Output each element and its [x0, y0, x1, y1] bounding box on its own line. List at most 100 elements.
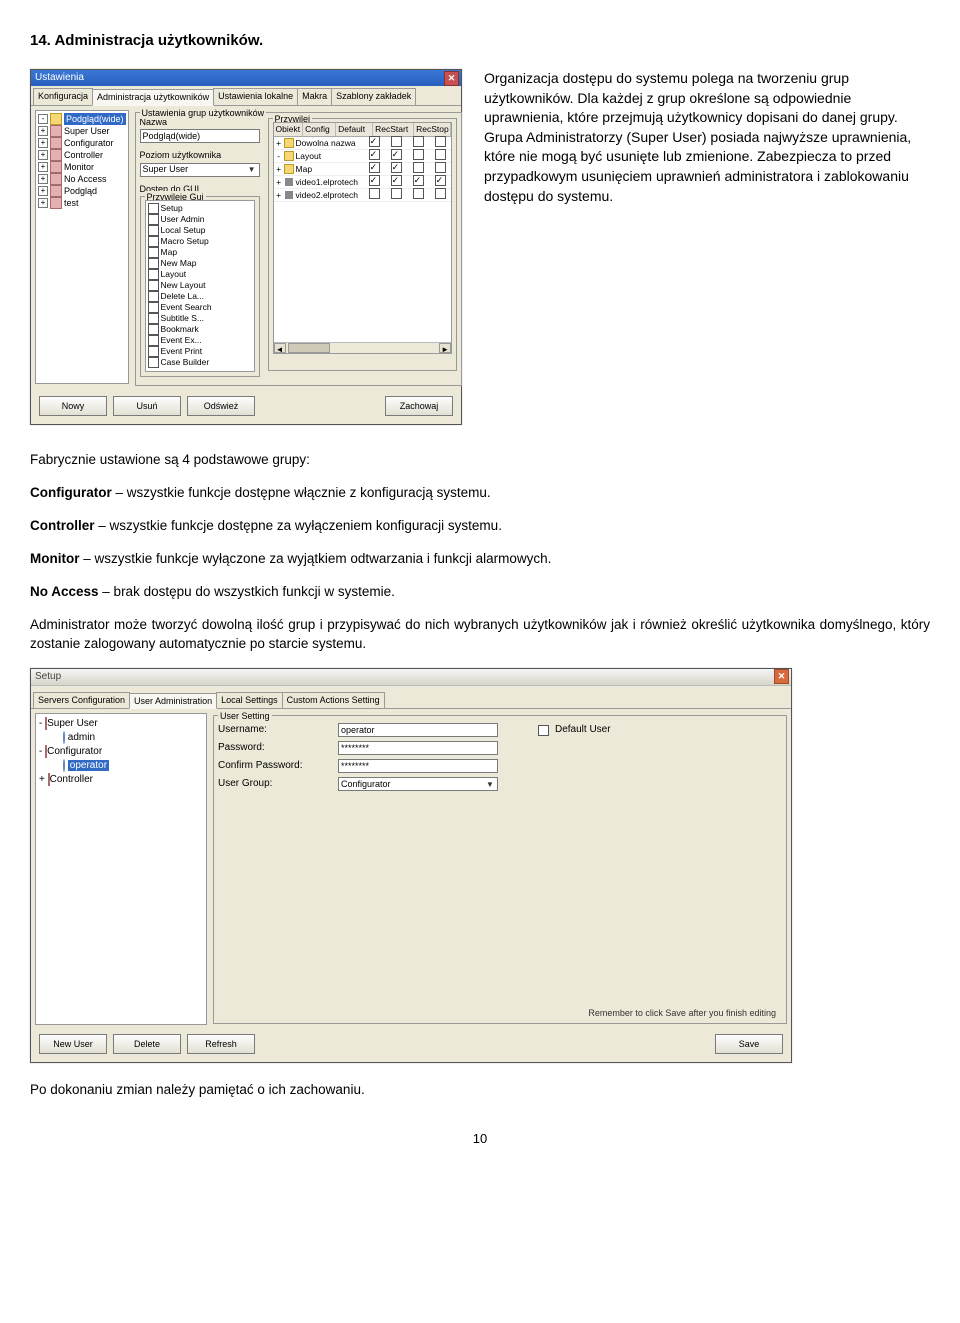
- gui-item[interactable]: User Admin: [148, 214, 252, 225]
- expand-icon[interactable]: -: [277, 151, 280, 161]
- checkbox-icon[interactable]: [413, 149, 424, 160]
- tree-item[interactable]: +Super User: [38, 125, 126, 137]
- column-header[interactable]: Config: [303, 123, 336, 137]
- checkbox-icon[interactable]: [413, 188, 424, 199]
- checkbox-icon[interactable]: [435, 149, 446, 160]
- tab-szablony-zak-adek[interactable]: Szablony zakładek: [331, 88, 416, 105]
- gui-item[interactable]: Layout: [148, 269, 252, 280]
- gui-item[interactable]: Bookmark: [148, 324, 252, 335]
- expand-icon[interactable]: +: [38, 138, 48, 148]
- gui-item[interactable]: Delete La...: [148, 291, 252, 302]
- checkbox-icon[interactable]: [435, 175, 446, 186]
- checkbox-icon[interactable]: [148, 214, 159, 225]
- expand-icon[interactable]: +: [38, 126, 48, 136]
- checkbox-icon[interactable]: [148, 280, 159, 291]
- user-level-combo[interactable]: Super User▼: [140, 163, 260, 177]
- tree-item[interactable]: -Podgląd(wide): [38, 113, 126, 125]
- default-user-checkbox[interactable]: [538, 725, 549, 736]
- tab-konfiguracja[interactable]: Konfiguracja: [33, 88, 93, 105]
- column-header[interactable]: RecStop: [414, 123, 451, 137]
- password-input[interactable]: [338, 741, 498, 755]
- expand-icon[interactable]: -: [39, 746, 42, 757]
- username-input[interactable]: [338, 723, 498, 737]
- tab-local-settings[interactable]: Local Settings: [216, 692, 283, 709]
- checkbox-icon[interactable]: [148, 269, 159, 280]
- new-user-button[interactable]: New User: [39, 1034, 107, 1054]
- gui-item[interactable]: Event Search: [148, 302, 252, 313]
- tab-custom-actions-setting[interactable]: Custom Actions Setting: [282, 692, 385, 709]
- checkbox-icon[interactable]: [435, 136, 446, 147]
- checkbox-icon[interactable]: [391, 162, 402, 173]
- gui-item[interactable]: Event Ex...: [148, 335, 252, 346]
- checkbox-icon[interactable]: [435, 188, 446, 199]
- gui-item[interactable]: Map: [148, 247, 252, 258]
- expand-icon[interactable]: +: [276, 164, 281, 174]
- new-button[interactable]: Nowy: [39, 396, 107, 416]
- gui-item[interactable]: Case Builder: [148, 357, 252, 368]
- expand-icon[interactable]: +: [276, 138, 281, 148]
- checkbox-icon[interactable]: [148, 203, 159, 214]
- expand-icon[interactable]: +: [39, 774, 45, 785]
- tree-item[interactable]: - Super User: [39, 717, 203, 731]
- expand-icon[interactable]: +: [38, 198, 48, 208]
- gui-item[interactable]: New Map: [148, 258, 252, 269]
- expand-icon[interactable]: -: [38, 114, 48, 124]
- checkbox-icon[interactable]: [148, 236, 159, 247]
- checkbox-icon[interactable]: [369, 188, 380, 199]
- user-group-combo[interactable]: Configurator▼: [338, 777, 498, 791]
- checkbox-icon[interactable]: [369, 136, 380, 147]
- checkbox-icon[interactable]: [148, 335, 159, 346]
- checkbox-icon[interactable]: [148, 258, 159, 269]
- expand-icon[interactable]: +: [38, 174, 48, 184]
- tab-ustawienia-lokalne[interactable]: Ustawienia lokalne: [213, 88, 298, 105]
- checkbox-icon[interactable]: [391, 175, 402, 186]
- checkbox-icon[interactable]: [148, 324, 159, 335]
- group-name-input[interactable]: [140, 129, 260, 143]
- refresh-button[interactable]: Refresh: [187, 1034, 255, 1054]
- tab-user-administration[interactable]: User Administration: [129, 693, 217, 710]
- confirm-input[interactable]: [338, 759, 498, 773]
- titlebar[interactable]: Setup ✕: [31, 669, 791, 686]
- gui-item[interactable]: Macro Setup: [148, 236, 252, 247]
- tree-item[interactable]: +Controller: [38, 149, 126, 161]
- titlebar[interactable]: Ustawienia ✕: [31, 70, 461, 86]
- checkbox-icon[interactable]: [148, 247, 159, 258]
- checkbox-icon[interactable]: [391, 149, 402, 160]
- tab-makra[interactable]: Makra: [297, 88, 332, 105]
- checkbox-icon[interactable]: [148, 346, 159, 357]
- tree-item[interactable]: admin: [39, 731, 203, 745]
- gui-item[interactable]: Event Print: [148, 346, 252, 357]
- checkbox-icon[interactable]: [435, 162, 446, 173]
- tab-servers-configuration[interactable]: Servers Configuration: [33, 692, 130, 709]
- checkbox-icon[interactable]: [391, 136, 402, 147]
- checkbox-icon[interactable]: [148, 225, 159, 236]
- tree-item[interactable]: - Configurator: [39, 745, 203, 759]
- gui-item[interactable]: New Layout: [148, 280, 252, 291]
- checkbox-icon[interactable]: [369, 175, 380, 186]
- expand-icon[interactable]: +: [38, 150, 48, 160]
- tree-item[interactable]: operator: [39, 759, 203, 773]
- expand-icon[interactable]: +: [38, 186, 48, 196]
- gui-item[interactable]: Local Setup: [148, 225, 252, 236]
- checkbox-icon[interactable]: [148, 313, 159, 324]
- close-icon[interactable]: ✕: [444, 71, 459, 86]
- close-icon[interactable]: ✕: [774, 669, 789, 684]
- refresh-button[interactable]: Odśwież: [187, 396, 255, 416]
- tree-item[interactable]: +Configurator: [38, 137, 126, 149]
- save-button[interactable]: Save: [715, 1034, 783, 1054]
- checkbox-icon[interactable]: [391, 188, 402, 199]
- checkbox-icon[interactable]: [369, 162, 380, 173]
- column-header[interactable]: Obiekt: [274, 123, 304, 137]
- gui-item[interactable]: Setup: [148, 203, 252, 214]
- tree-item[interactable]: +test: [38, 197, 126, 209]
- expand-icon[interactable]: +: [276, 177, 281, 187]
- tree-item[interactable]: +Podgląd: [38, 185, 126, 197]
- expand-icon[interactable]: +: [38, 162, 48, 172]
- checkbox-icon[interactable]: [148, 357, 159, 368]
- tree-item[interactable]: +No Access: [38, 173, 126, 185]
- privilege-row[interactable]: +video2.elprotech: [274, 189, 452, 202]
- checkbox-icon[interactable]: [413, 136, 424, 147]
- column-header[interactable]: Default: [336, 123, 373, 137]
- checkbox-icon[interactable]: [148, 291, 159, 302]
- tab-administracja-u-ytkownik-w[interactable]: Administracja użytkowników: [92, 89, 214, 106]
